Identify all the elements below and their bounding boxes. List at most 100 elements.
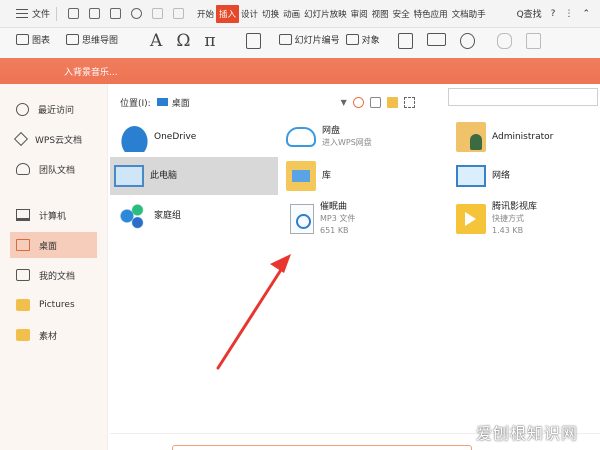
sidebar-item-computer[interactable]: 计算机 xyxy=(10,202,97,228)
document-icon xyxy=(16,269,30,281)
homegroup-icon xyxy=(118,201,148,231)
file-type: MP3 文件 xyxy=(320,214,356,223)
search-input[interactable] xyxy=(448,88,598,106)
export-icon[interactable] xyxy=(131,8,143,19)
search-button[interactable]: Q查找 xyxy=(517,7,542,20)
folder-icon xyxy=(16,329,30,341)
chart-icon xyxy=(16,34,29,45)
sidebar-item-wps-cloud[interactable]: WPS云文档 xyxy=(10,126,97,152)
mindmap-button[interactable]: 思维导图 xyxy=(66,33,118,46)
wordart-icon: A xyxy=(150,31,163,51)
play-icon xyxy=(525,33,541,49)
team-cloud-icon xyxy=(16,163,30,175)
new-folder-icon[interactable] xyxy=(386,96,398,108)
print-icon[interactable] xyxy=(110,8,122,19)
tab-features[interactable]: 特色应用 xyxy=(412,8,450,20)
print-preview-icon[interactable] xyxy=(89,8,101,19)
tab-doc-assistant[interactable]: 文档助手 xyxy=(450,8,488,20)
hyperlink-button[interactable] xyxy=(496,33,512,49)
collapse-ribbon-icon[interactable]: ⌃ xyxy=(582,9,590,19)
slide-number-label: 幻灯片编号 xyxy=(294,36,340,46)
sidebar-item-label: 素材 xyxy=(39,331,58,342)
file-item-this-pc[interactable]: 此电脑 xyxy=(110,157,278,195)
object-button[interactable]: 对象 xyxy=(345,33,380,46)
back-icon[interactable] xyxy=(352,96,364,108)
menu-icon[interactable] xyxy=(16,9,28,18)
filename-input[interactable] xyxy=(172,445,472,450)
computer-icon xyxy=(114,165,144,187)
file-name: OneDrive xyxy=(154,132,197,142)
sidebar-item-pictures[interactable]: Pictures xyxy=(10,292,97,318)
tab-transition[interactable]: 切换 xyxy=(260,8,281,20)
tab-animation[interactable]: 动画 xyxy=(281,8,302,20)
sidebar-item-label: 我的文档 xyxy=(39,271,76,282)
folder-icon xyxy=(16,299,30,311)
action-button[interactable] xyxy=(525,33,541,49)
dialog-title: 入背景音乐... xyxy=(64,67,118,78)
cube-icon xyxy=(13,131,29,147)
video-icon xyxy=(426,33,446,46)
file-item-administrator[interactable]: Administrator xyxy=(452,118,597,156)
up-folder-icon[interactable] xyxy=(369,96,381,108)
location-value: 桌面 xyxy=(171,98,190,109)
file-name: 库 xyxy=(322,171,332,181)
header-footer-icon xyxy=(245,33,261,49)
sidebar-item-my-documents[interactable]: 我的文档 xyxy=(10,262,97,288)
formula-button[interactable]: π xyxy=(204,33,215,50)
file-name: 催眠曲 xyxy=(320,202,348,212)
view-options-icon[interactable] xyxy=(403,96,415,108)
flash-button[interactable] xyxy=(459,33,475,49)
slide-number-button[interactable]: 幻灯片编号 xyxy=(278,33,340,46)
file-item-homegroup[interactable]: 家庭组 xyxy=(114,197,274,235)
wordart-button[interactable]: A xyxy=(150,33,162,50)
tab-review[interactable]: 审阅 xyxy=(349,8,370,20)
tab-slideshow[interactable]: 幻灯片放映 xyxy=(302,8,349,20)
file-name: 腾讯影视库 xyxy=(492,202,538,212)
sidebar-item-materials[interactable]: 素材 xyxy=(10,322,97,348)
dialog-title-bar[interactable]: 入背景音乐... xyxy=(0,58,600,84)
file-item-tencent-video[interactable]: 腾讯影视库 快捷方式 1.43 KB xyxy=(452,197,597,241)
dialog-sidebar: 最近访问 WPS云文档 团队文档 计算机 桌面 我的文档 Pictures 素材 xyxy=(0,84,108,450)
monitor-icon xyxy=(16,209,30,221)
file-menu[interactable]: 文件 xyxy=(32,7,50,20)
tab-insert[interactable]: 插入 xyxy=(216,4,240,23)
slide-number-icon xyxy=(278,34,292,45)
file-item-onedrive[interactable]: OneDrive xyxy=(114,118,274,156)
audio-button[interactable] xyxy=(397,33,413,49)
sidebar-item-desktop[interactable]: 桌面 xyxy=(10,232,97,258)
object-icon xyxy=(345,34,359,45)
undo-icon[interactable] xyxy=(152,8,164,19)
redo-icon[interactable] xyxy=(173,8,185,19)
mindmap-label: 思维导图 xyxy=(82,36,119,46)
video-button[interactable] xyxy=(426,33,446,46)
ribbon-toolbar: 图表 思维导图 A Ω π 幻灯片编号 对象 xyxy=(0,28,600,62)
formula-icon: π xyxy=(204,31,216,51)
file-item-network[interactable]: 网络 xyxy=(452,157,597,195)
help-icon[interactable]: ? xyxy=(551,9,556,19)
tab-design[interactable]: 设计 xyxy=(239,8,260,20)
file-item-lullaby-mp3[interactable]: 催眠曲 MP3 文件 651 KB xyxy=(286,197,446,241)
chart-button[interactable]: 图表 xyxy=(16,33,50,46)
save-icon[interactable] xyxy=(68,8,80,19)
symbol-button[interactable]: Ω xyxy=(176,33,190,50)
sidebar-item-label: Pictures xyxy=(39,300,75,310)
tab-view[interactable]: 视图 xyxy=(370,8,391,20)
more-icon[interactable]: ⋮ xyxy=(564,9,573,19)
watermark: 爱刨根知识网 xyxy=(475,424,578,443)
location-dropdown[interactable]: 桌面 ▼ xyxy=(156,95,347,109)
tab-start[interactable]: 开始 xyxy=(195,8,216,20)
location-bar: 位置(I): 桌面 ▼ xyxy=(120,95,415,109)
header-footer-button[interactable] xyxy=(245,33,261,49)
file-type: 快捷方式 xyxy=(492,214,524,223)
chart-label: 图表 xyxy=(32,36,51,46)
file-name: 网盘 xyxy=(322,126,341,136)
chevron-down-icon: ▼ xyxy=(340,97,347,107)
sidebar-item-label: 最近访问 xyxy=(38,105,75,116)
tab-security[interactable]: 安全 xyxy=(391,8,412,20)
file-item-wps-drive[interactable]: 网盘 进入WPS网盘 xyxy=(282,118,442,156)
sidebar-item-recent[interactable]: 最近访问 xyxy=(10,96,97,122)
file-item-library[interactable]: 库 xyxy=(282,157,442,195)
user-folder-icon xyxy=(456,122,486,152)
sidebar-item-team-docs[interactable]: 团队文档 xyxy=(10,156,97,182)
mindmap-icon xyxy=(66,34,80,45)
